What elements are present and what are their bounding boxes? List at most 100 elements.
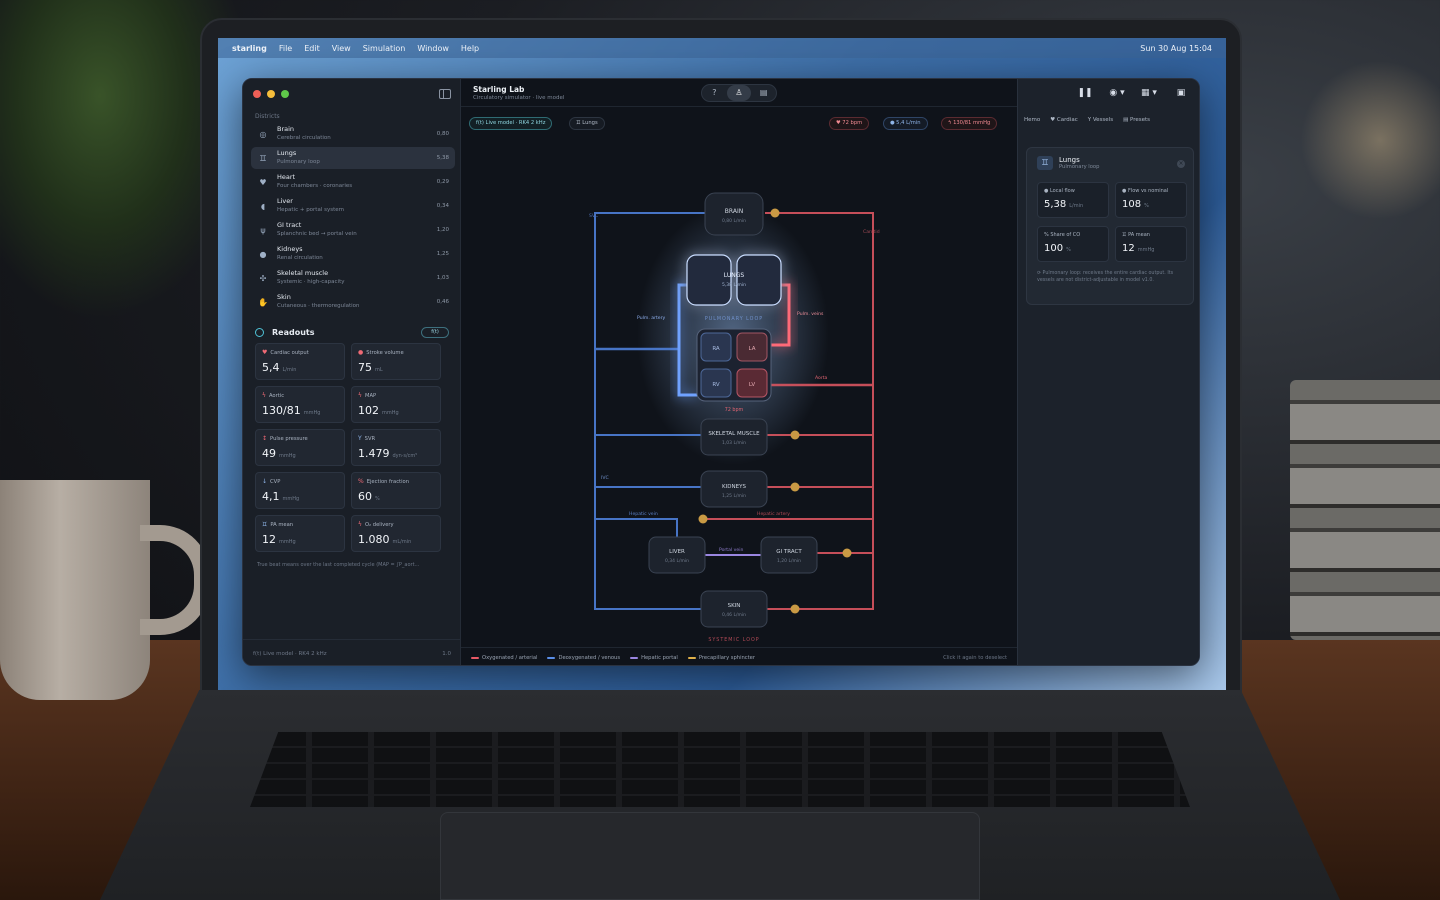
- menu-app-name[interactable]: starling: [232, 44, 267, 53]
- selection-subtitle: Pulmonary loop: [1059, 164, 1100, 170]
- readout-icon: ↕: [262, 435, 268, 442]
- portal-vein-label: Portal vein: [719, 547, 743, 553]
- zoom-window-button[interactable]: [281, 90, 289, 98]
- liver-node[interactable]: LIVER 0,34 L/min: [648, 536, 706, 574]
- readout-value-row: 102 mmHg: [358, 404, 434, 417]
- selection-metric-card: ● Local flow 5,38 L/min: [1037, 182, 1109, 218]
- diagram-area: Starling Lab Circulatory simulator · liv…: [461, 79, 1017, 665]
- liver-icon: ◖: [260, 201, 266, 211]
- visibility-icon[interactable]: ◉ ▾: [1105, 85, 1129, 101]
- heart-node[interactable]: [696, 328, 772, 402]
- cutlery-icon: ψ: [260, 225, 266, 235]
- tab-vessels[interactable]: Y Vessels: [1088, 117, 1113, 123]
- layout-icon[interactable]: ▦ ▾: [1137, 85, 1161, 101]
- sidebar-item-skeletal-muscle[interactable]: ✣ Skeletal muscle Systemic · high-capacity…: [251, 267, 455, 289]
- deselect-hint: Click it again to deselect: [943, 654, 1007, 661]
- skin-sphincter[interactable]: [790, 604, 800, 614]
- liver-sphincter[interactable]: [698, 514, 708, 524]
- model-chip[interactable]: f(t) Live model · RK4 2 kHz: [469, 117, 553, 130]
- metric-value-row: 108%: [1122, 199, 1180, 210]
- readout-card-cardiac-output[interactable]: ♥ Cardiac output 5,4 L/min: [255, 343, 345, 380]
- district-subtitle: Cerebral circulation: [277, 135, 331, 141]
- readout-label: O₂ delivery: [364, 521, 394, 528]
- brain-node[interactable]: BRAIN 0,80 L/min: [704, 192, 764, 236]
- readout-label: Cardiac output: [270, 349, 309, 356]
- sidebar-item-lungs[interactable]: ♊ Lungs Pulmonary loop 5,38: [251, 147, 455, 169]
- readout-label: CVP: [270, 478, 281, 485]
- brain-sphincter[interactable]: [770, 208, 780, 218]
- readout-card-aortic[interactable]: ϟ Aortic 130/81 mmHg: [255, 386, 345, 423]
- view-mode-segmented: ? ♙ ▤: [701, 84, 777, 102]
- readout-label: PA mean: [270, 521, 294, 528]
- district-name: Brain: [277, 125, 295, 133]
- readout-card-ejection-fraction[interactable]: % Ejection fraction 60%: [351, 472, 441, 509]
- legend-item: Precapillary sphincter: [687, 655, 755, 661]
- district-text: Skin Cutaneous · thermoregulation: [277, 293, 437, 311]
- sidebar-item-gi-tract[interactable]: ψ GI tract Splanchnic bed → portal vein 1,2…: [251, 219, 455, 241]
- heart-rate-chip[interactable]: ♥ 72 bpm: [829, 117, 870, 130]
- metric-unit: %: [1144, 203, 1149, 209]
- readout-icon: ♥: [262, 349, 268, 356]
- cardiac-output-chip[interactable]: ● 5,4 L/min: [883, 117, 928, 130]
- tab-presets[interactable]: ▤ Presets: [1123, 117, 1150, 123]
- sidebar-item-liver[interactable]: ◖ Liver Hepatic + portal system 0,34: [251, 195, 455, 217]
- close-window-button[interactable]: [253, 90, 261, 98]
- aorta-label: Aorta: [815, 375, 828, 381]
- chart-view-icon[interactable]: ▤: [751, 85, 776, 101]
- systemic-loop-label: SYSTEMIC LOOP: [708, 637, 759, 643]
- gi-sphincter[interactable]: [842, 548, 852, 558]
- readout-value-row: 4,1 mmHg: [262, 490, 338, 503]
- kidneys-label: KIDNEYS: [722, 484, 746, 490]
- tab-hemo[interactable]: Hemo: [1024, 117, 1040, 123]
- metric-value-row: 12 mmHg: [1122, 243, 1180, 254]
- legend-label: Oxygenated / arterial: [482, 654, 538, 661]
- readout-value-row: 75 mL: [358, 361, 434, 374]
- sidebar-item-heart[interactable]: ♥ Heart Four chambers · coronaries 0,29: [251, 171, 455, 193]
- readout-label: MAP: [364, 392, 377, 399]
- tab-cardiac[interactable]: ♥ Cardiac: [1050, 117, 1077, 123]
- skeletal-muscle-node[interactable]: SKELETAL MUSCLE 1,03 L/min: [700, 418, 768, 456]
- body-view-icon[interactable]: ♙: [726, 85, 752, 101]
- minimize-window-button[interactable]: [267, 90, 275, 98]
- pause-icon[interactable]: ❚❚: [1073, 85, 1097, 101]
- readout-card-o-delivery[interactable]: ϟ O₂ delivery 1.080 mL/min: [351, 515, 441, 552]
- muscle-sphincter[interactable]: [790, 430, 800, 440]
- menu-edit[interactable]: Edit: [304, 44, 320, 53]
- help-menu-icon[interactable]: ?: [702, 85, 727, 101]
- readout-card-pulse-pressure[interactable]: ↕ Pulse pressure 49 mmHg: [255, 429, 345, 466]
- coffee-mug: [0, 480, 150, 700]
- readout-card-cvp[interactable]: ↓ CVP 4,1 mmHg: [255, 472, 345, 509]
- sidebar-item-brain[interactable]: ◎ Brain Cerebral circulation 0,80: [251, 123, 455, 145]
- menu-file[interactable]: File: [279, 44, 292, 53]
- readouts-function-pill[interactable]: f(t): [421, 326, 449, 338]
- menu-view[interactable]: View: [332, 44, 351, 53]
- legend-item: Hepatic portal: [630, 655, 678, 661]
- readout-card-svr[interactable]: Y SVR 1.479 dyn·s/cm⁵: [351, 429, 441, 466]
- readout-card-stroke-volume[interactable]: ● Stroke volume 75 mL: [351, 343, 441, 380]
- menu-help[interactable]: Help: [461, 44, 479, 53]
- menu-simulation[interactable]: Simulation: [363, 44, 406, 53]
- readout-card-pa-mean[interactable]: ♊ PA mean 12 mmHg: [255, 515, 345, 552]
- district-name: Skin: [277, 293, 291, 301]
- legend-swatch: [471, 656, 479, 659]
- selection-metric-card: % Share of CO 100%: [1037, 226, 1109, 262]
- kidney-sphincter[interactable]: [790, 482, 800, 492]
- readout-unit: mmHg: [282, 496, 300, 502]
- sidebar-item-kidneys[interactable]: ● Kidneys Renal circulation 1,25: [251, 243, 455, 265]
- kidneys-node[interactable]: KIDNEYS 1,25 L/min: [700, 470, 768, 508]
- sidebar-item-skin[interactable]: ✋ Skin Cutaneous · thermoregulation 0,46: [251, 291, 455, 313]
- screen: starling File Edit View Simulation Windo…: [218, 38, 1226, 690]
- readout-value: 4,1: [262, 490, 280, 503]
- skin-node[interactable]: SKIN 0,46 L/min: [700, 590, 768, 628]
- readout-value: 102: [358, 404, 379, 417]
- selection-chip[interactable]: ♊ Lungs: [569, 117, 605, 130]
- gi-tract-node[interactable]: GI TRACT 1,20 L/min: [760, 536, 818, 574]
- sidebar-toggle-icon[interactable]: [439, 89, 451, 99]
- inspector-toggle-icon[interactable]: ▣: [1169, 85, 1193, 101]
- readout-card-map[interactable]: ϟ MAP 102 mmHg: [351, 386, 441, 423]
- menubar-clock[interactable]: Sun 30 Aug 15:04: [1140, 44, 1212, 53]
- kidneys-flow: 1,25 L/min: [722, 493, 746, 499]
- blood-pressure-chip[interactable]: ϟ 130/81 mmHg: [941, 117, 998, 130]
- menu-window[interactable]: Window: [417, 44, 449, 53]
- close-selection-icon[interactable]: ×: [1177, 160, 1185, 168]
